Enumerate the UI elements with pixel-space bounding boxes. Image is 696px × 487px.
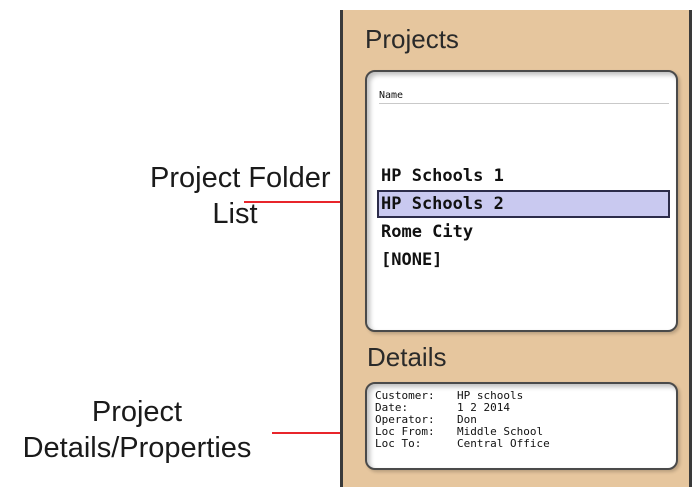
- project-list-items: HP Schools 1 HP Schools 2 Rome City [NONE]: [377, 162, 670, 274]
- project-list-item[interactable]: [NONE]: [377, 246, 670, 274]
- project-list-item[interactable]: HP Schools 2: [377, 190, 670, 218]
- callout-line: Project Folder: [150, 162, 331, 194]
- project-list-item[interactable]: Rome City: [377, 218, 670, 246]
- project-folder-list[interactable]: Name HP Schools 1 HP Schools 2 Rome City [N…: [365, 70, 678, 332]
- projects-title: Projects: [365, 24, 459, 54]
- project-list-item[interactable]: HP Schools 1: [377, 162, 670, 190]
- detail-label: Loc To:: [375, 437, 422, 450]
- callout-line: Details/Properties: [22, 432, 252, 464]
- projects-panel: Projects Name HP Schools 1 HP Schools 2 Ro…: [340, 10, 692, 487]
- project-details-box: Customer: HP schools Date: 1 2 2014 Operator…: [365, 382, 678, 470]
- callout-project-folder-list: Project Folder List: [150, 160, 331, 232]
- callout-project-details: Project Details/Properties: [4, 394, 270, 466]
- detail-row: Customer: HP schools: [375, 390, 676, 402]
- details-title: Details: [367, 342, 447, 372]
- detail-row: Loc To: Central Office: [375, 438, 676, 450]
- callout-line: Project: [91, 396, 183, 428]
- detail-value: Central Office: [457, 437, 550, 450]
- name-column-header[interactable]: Name: [379, 90, 669, 104]
- callout-arrow-line: [244, 201, 350, 203]
